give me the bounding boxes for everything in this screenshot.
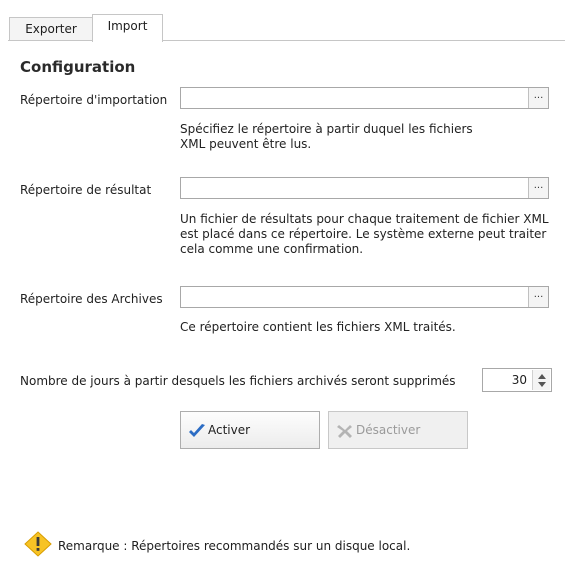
activate-button[interactable]: Activer [180,411,320,449]
import-dir-hint: Spécifiez le répertoire à partir duquel … [180,122,473,151]
tab-exporter[interactable]: Exporter [9,17,93,41]
tab-import[interactable]: Import [92,14,163,42]
import-dir-browse-button[interactable]: ... [528,88,548,108]
archive-dir-input[interactable] [181,287,528,307]
remark-text: Remarque : Répertoires recommandés sur u… [58,539,411,553]
tab-strip: Exporter Import [0,0,565,42]
archive-dir-label: Répertoire des Archives [20,292,163,306]
result-dir-browse-button[interactable]: ... [528,178,548,198]
import-dir-field: ... [180,87,549,109]
spin-down-icon[interactable] [538,382,546,387]
import-dir-input[interactable] [181,88,528,108]
days-spinner-arrows[interactable] [532,370,550,390]
activate-label: Activer [208,423,251,437]
days-spinner[interactable]: 30 [482,368,552,392]
result-dir-label: Répertoire de résultat [20,183,152,197]
tab-import-label: Import [107,19,148,33]
archive-dir-hint: Ce répertoire contient les fichiers XML … [180,320,456,334]
spin-up-icon[interactable] [538,374,546,379]
remark: Remarque : Répertoires recommandés sur u… [24,531,564,557]
result-dir-input[interactable] [181,178,528,198]
result-dir-field: ... [180,177,549,199]
result-dir-hint: Un fichier de résultats pour chaque trai… [180,212,549,256]
cross-icon [337,425,352,438]
days-value[interactable]: 30 [512,373,527,387]
section-title: Configuration [20,58,136,76]
archive-dir-field: ... [180,286,549,308]
deactivate-label: Désactiver [356,423,421,437]
deactivate-button[interactable]: Désactiver [328,411,468,449]
checkmark-icon [189,424,205,437]
archive-dir-browse-button[interactable]: ... [528,287,548,307]
warning-icon [24,531,52,557]
days-label: Nombre de jours à partir desquels les fi… [20,374,456,388]
import-dir-label: Répertoire d'importation [20,93,168,107]
